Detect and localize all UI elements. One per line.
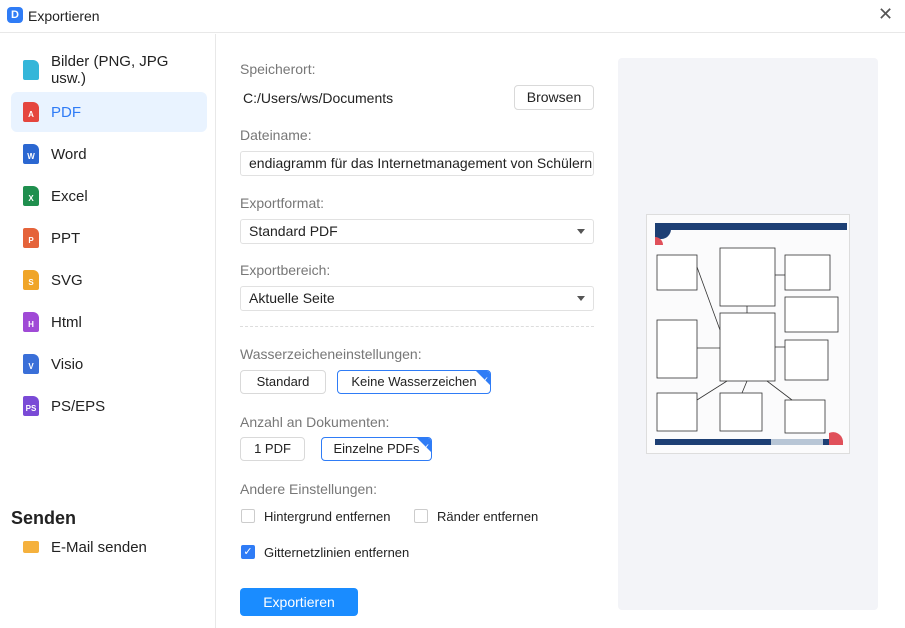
check-icon: ✓ — [422, 442, 430, 452]
ppt-file-icon: P — [23, 228, 39, 248]
format-value: Standard PDF — [249, 223, 338, 239]
sidebar-item-label: Html — [51, 313, 82, 331]
remove-gridlines-checkbox[interactable]: ✓ — [241, 545, 255, 559]
pdf-file-icon: A — [23, 102, 39, 122]
close-icon[interactable]: ✕ — [878, 4, 893, 25]
title-bar: D Exportieren ✕ — [0, 0, 905, 33]
chevron-down-icon — [577, 296, 585, 301]
button-label: Keine Wasserzeichen — [351, 374, 477, 389]
range-value: Aktuelle Seite — [249, 290, 335, 306]
remove-margins-checkbox[interactable] — [414, 509, 428, 523]
sidebar-item-label: E-Mail senden — [51, 538, 147, 556]
remove-gridlines-label: Gitternetzlinien entfernen — [264, 545, 410, 560]
remove-background-label: Hintergrund entfernen — [264, 509, 391, 524]
word-file-icon: W — [23, 144, 39, 164]
sidebar-item-label: PPT — [51, 229, 81, 247]
sidebar-item-bilder[interactable]: Bilder (PNG, JPG usw.) — [11, 50, 207, 90]
mail-icon — [23, 541, 39, 553]
filename-input[interactable]: endiagramm für das Internetmanagement vo… — [240, 151, 594, 176]
visio-file-icon: V — [23, 354, 39, 374]
button-label: Einzelne PDFs — [333, 441, 420, 456]
preview-page-thumbnail — [646, 214, 850, 454]
format-label: Exportformat: — [240, 195, 325, 211]
sidebar-item-word[interactable]: W Word — [11, 134, 207, 174]
sidebar: Bilder (PNG, JPG usw.) A PDF W Word X Excel P PP… — [0, 34, 216, 628]
sidebar-item-ppt[interactable]: P PPT — [11, 218, 207, 258]
watermark-standard-button[interactable]: Standard — [240, 370, 326, 394]
excel-file-icon: X — [23, 186, 39, 206]
sidebar-item-label: SVG — [51, 271, 83, 289]
export-button[interactable]: Exportieren — [240, 588, 358, 616]
chevron-down-icon — [577, 229, 585, 234]
html-file-icon: H — [23, 312, 39, 332]
ps-file-icon: PS — [23, 396, 39, 416]
docs-label: Anzahl an Dokumenten: — [240, 414, 390, 430]
filename-label: Dateiname: — [240, 127, 312, 143]
sidebar-item-label: PDF — [51, 103, 81, 121]
separate-pdfs-button[interactable]: Einzelne PDFs ✓ — [321, 437, 432, 461]
format-select[interactable]: Standard PDF — [240, 219, 594, 244]
sidebar-item-visio[interactable]: V Visio — [11, 344, 207, 384]
range-label: Exportbereich: — [240, 262, 331, 278]
sidebar-item-email[interactable]: E-Mail senden — [11, 527, 207, 567]
check-icon: ✓ — [481, 375, 489, 385]
other-settings-label: Andere Einstellungen: — [240, 481, 377, 497]
sidebar-item-html[interactable]: H Html — [11, 302, 207, 342]
window-title: Exportieren — [28, 8, 100, 24]
sidebar-item-excel[interactable]: X Excel — [11, 176, 207, 216]
watermark-label: Wasserzeicheneinstellungen: — [240, 346, 422, 362]
send-heading: Senden — [11, 508, 77, 528]
sidebar-item-pdf[interactable]: A PDF — [11, 92, 207, 132]
watermark-none-button[interactable]: Keine Wasserzeichen ✓ — [337, 370, 491, 394]
svg-file-icon: S — [23, 270, 39, 290]
sidebar-item-label: Excel — [51, 187, 88, 205]
image-file-icon — [23, 60, 39, 80]
sidebar-item-label: Visio — [51, 355, 84, 373]
sidebar-item-svg[interactable]: S SVG — [11, 260, 207, 300]
sidebar-item-label: Bilder (PNG, JPG usw.) — [50, 53, 169, 87]
sidebar-item-label: PS/EPS — [51, 397, 106, 415]
location-label: Speicherort: — [240, 61, 316, 77]
sidebar-item-pseps[interactable]: PS PS/EPS — [11, 386, 207, 426]
app-logo-icon: D — [7, 7, 23, 23]
browse-button[interactable]: Browsen — [514, 85, 594, 110]
single-pdf-button[interactable]: 1 PDF — [240, 437, 305, 461]
location-path: C:/Users/ws/Documents — [243, 90, 394, 106]
range-select[interactable]: Aktuelle Seite — [240, 286, 594, 311]
remove-margins-label: Ränder entfernen — [437, 509, 539, 524]
sidebar-item-label: Word — [51, 145, 87, 163]
divider — [240, 326, 594, 327]
remove-background-checkbox[interactable] — [241, 509, 255, 523]
